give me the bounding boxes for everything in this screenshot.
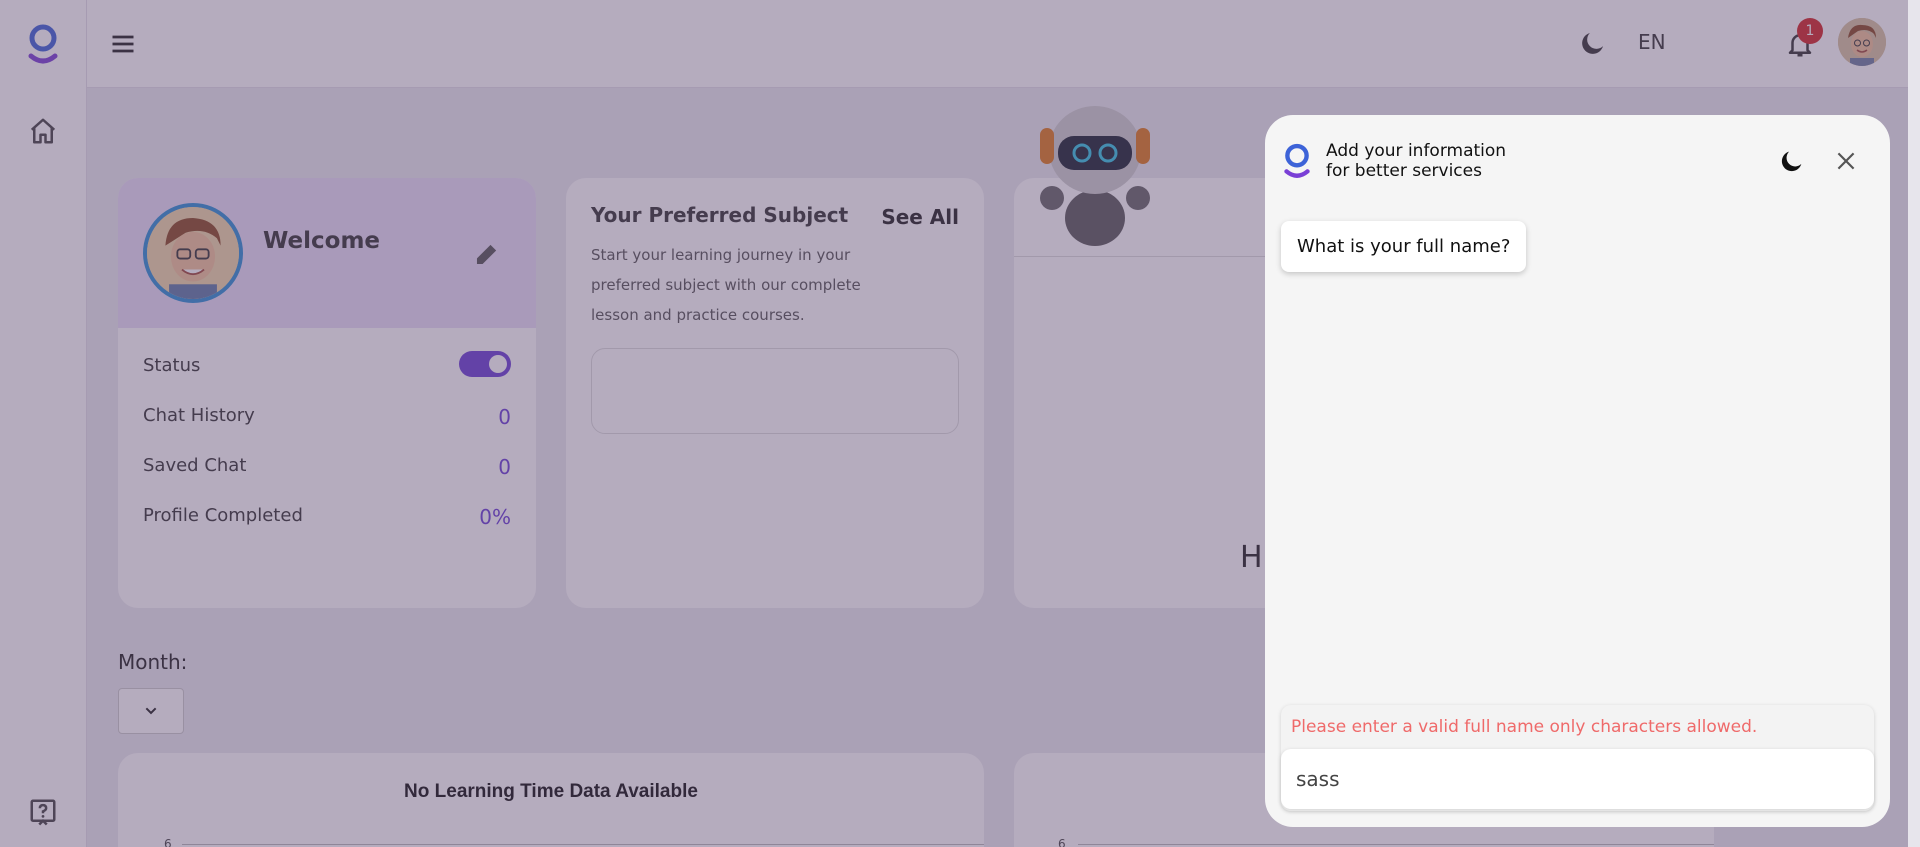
app-logo-icon <box>1284 143 1310 178</box>
dialog-title-line1: Add your information <box>1326 141 1507 161</box>
close-icon[interactable] <box>1833 148 1859 174</box>
dark-mode-icon[interactable] <box>1778 147 1806 175</box>
dialog-title: Add your information for better services <box>1326 141 1586 181</box>
full-name-input[interactable] <box>1281 749 1874 809</box>
validation-error: Please enter a valid full name only char… <box>1291 717 1758 737</box>
dialog-title-line2: for better services <box>1326 161 1482 181</box>
profile-info-dialog: Add your information for better services… <box>1265 115 1890 827</box>
chat-input-area: Please enter a valid full name only char… <box>1281 705 1874 811</box>
page-scrollbar[interactable] <box>1908 0 1920 847</box>
bot-question-bubble: What is your full name? <box>1281 221 1527 272</box>
